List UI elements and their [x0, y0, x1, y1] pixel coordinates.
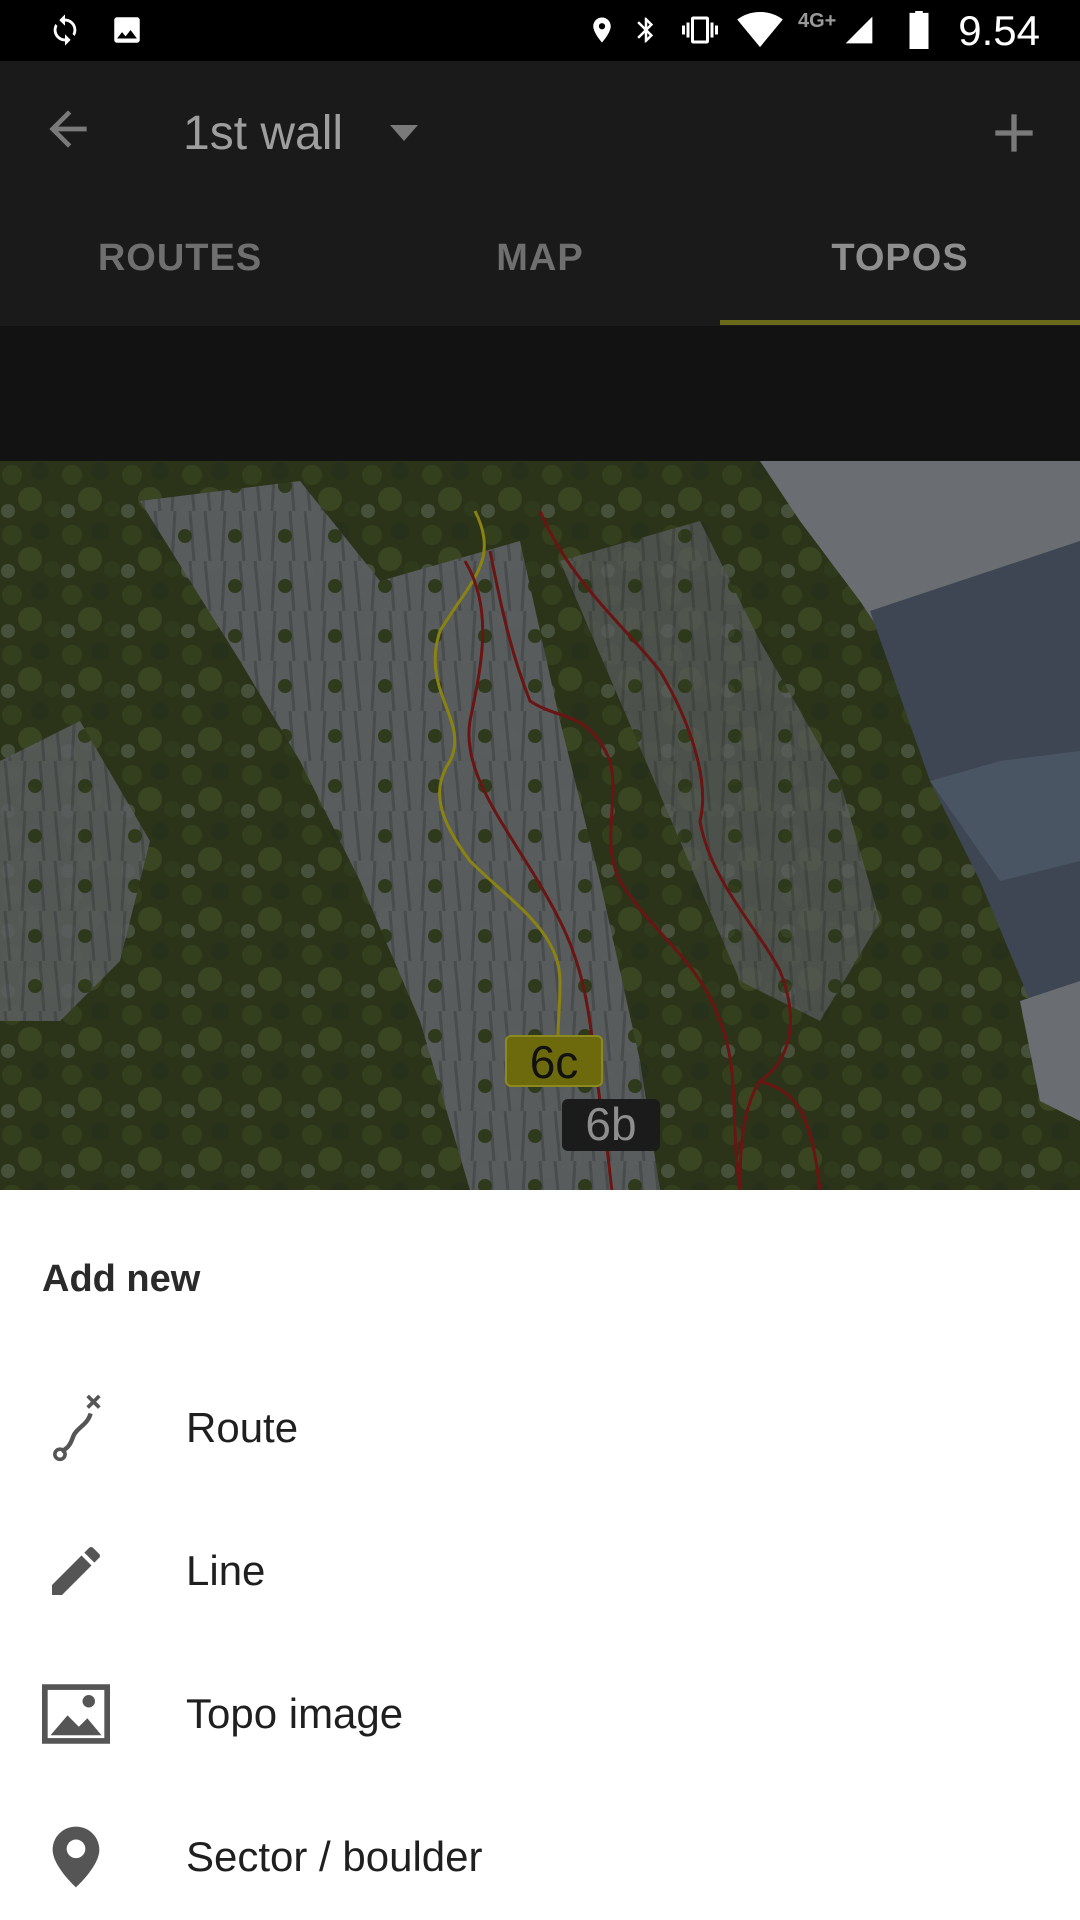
add-line-item[interactable]: Line	[0, 1499, 1080, 1642]
add-line-label: Line	[186, 1547, 266, 1594]
battery-icon	[904, 10, 934, 50]
signal-icon	[842, 10, 876, 50]
tab-bar: ROUTES MAP TOPOS	[0, 191, 1080, 326]
sync-icon	[44, 10, 86, 50]
add-topo-image-item[interactable]: Topo image	[0, 1642, 1080, 1785]
add-new-sheet: Add new Route Line Topo image Sector / b…	[0, 1190, 1080, 1920]
status-bar: 4G+ 9.54	[0, 0, 1080, 61]
tab-topos[interactable]: TOPOS	[720, 191, 1080, 326]
grade-label: 6c	[505, 1035, 603, 1087]
dropdown-arrow-icon[interactable]	[388, 121, 420, 145]
plus-icon[interactable]	[982, 101, 1046, 165]
bluetooth-icon	[630, 10, 662, 50]
location-icon	[586, 10, 618, 50]
route-icon	[40, 1392, 112, 1464]
topo-header-area	[0, 326, 1080, 461]
sheet-title: Add new	[42, 1258, 201, 1300]
grade-label: 6b	[562, 1099, 660, 1151]
vibrate-icon	[676, 10, 724, 50]
app-bar: 1st wall	[0, 61, 1080, 191]
image-icon	[106, 10, 148, 50]
add-sector-item[interactable]: Sector / boulder	[0, 1785, 1080, 1920]
add-sector-label: Sector / boulder	[186, 1833, 483, 1880]
image-icon	[40, 1678, 112, 1750]
location-pin-icon	[40, 1821, 112, 1893]
network-type-label: 4G+	[798, 10, 837, 32]
arrow-back-icon[interactable]	[40, 101, 96, 157]
clock: 9.54	[958, 7, 1040, 54]
pencil-icon	[40, 1535, 112, 1607]
tab-routes[interactable]: ROUTES	[0, 191, 360, 326]
add-route-label: Route	[186, 1404, 299, 1451]
active-tab-indicator	[720, 320, 1080, 325]
tab-map[interactable]: MAP	[360, 191, 720, 326]
add-topo-image-label: Topo image	[186, 1690, 404, 1737]
page-title[interactable]: 1st wall	[183, 106, 343, 162]
wifi-icon	[734, 10, 786, 50]
add-route-item[interactable]: Route	[0, 1356, 1080, 1499]
